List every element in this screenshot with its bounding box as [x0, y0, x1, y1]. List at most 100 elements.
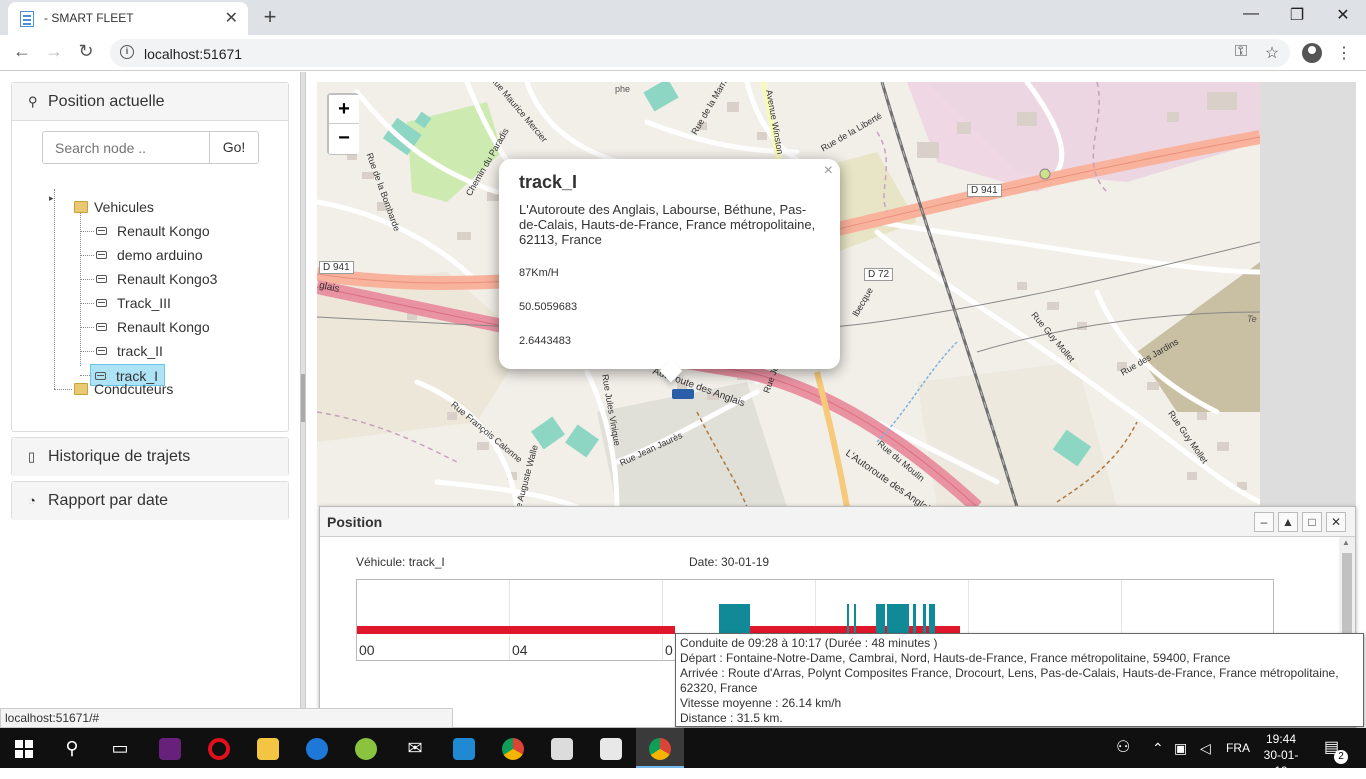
tree-node-vehicle[interactable]: Renault Kongo [92, 316, 214, 338]
clock-time: 19:44 [1265, 732, 1297, 746]
dialog-titlebar[interactable]: Position – ▲ □ ✕ [320, 507, 1355, 537]
tooltip-departure: Départ : Fontaine-Notre-Dame, Cambrai, N… [680, 651, 1231, 665]
clock-icon: ◔ [28, 493, 36, 508]
browser-tab[interactable]: - SMART FLEET ✕ [8, 2, 248, 35]
search-icon[interactable]: ⚲ [48, 728, 96, 768]
language-indicator[interactable]: FRA [1226, 728, 1250, 768]
task-view-icon[interactable]: ▭ [96, 728, 144, 768]
go-button[interactable]: Go! [209, 131, 259, 164]
driving-segment[interactable] [854, 604, 856, 634]
notification-count-badge: 2 [1334, 750, 1348, 764]
forward-button[interactable]: → [42, 41, 66, 62]
panel-header-historique[interactable]: ▯ Historique de trajets [12, 438, 288, 476]
driving-segment[interactable] [847, 604, 849, 634]
tooltip-driving-time: Conduite de 09:28 à 10:17 (Durée : 48 mi… [680, 636, 938, 650]
address-url: localhost:51671 [144, 46, 243, 62]
people-icon[interactable]: ⚇ [1116, 728, 1130, 768]
stopped-segment[interactable] [357, 626, 675, 634]
map-view[interactable]: D 941 D 941 D 72 glais Autoroute des Ang… [317, 82, 1260, 507]
site-info-icon[interactable]: i [120, 45, 134, 59]
show-hidden-icons-icon[interactable]: ⌃ [1152, 728, 1164, 768]
popup-title: track_I [519, 172, 578, 192]
tree-node-vehicle[interactable]: track_II [92, 340, 167, 362]
dialog-title: Position [327, 514, 383, 530]
vscode-icon[interactable] [440, 728, 488, 768]
zoom-out-button[interactable]: − [329, 124, 359, 154]
tree-node-vehicle[interactable]: demo arduino [92, 244, 207, 266]
windows-logo-icon [15, 740, 33, 759]
vehicle-icon [96, 299, 107, 307]
driving-segment[interactable] [929, 604, 935, 634]
edge-icon[interactable] [293, 728, 341, 768]
reload-button[interactable]: ↻ [74, 41, 98, 62]
vehicle-icon [96, 347, 107, 355]
app-green-icon[interactable] [342, 728, 390, 768]
opera-icon[interactable] [195, 728, 243, 768]
search-node-input[interactable] [42, 131, 210, 164]
tree-node-vehicle[interactable]: Track_III [92, 292, 175, 314]
chrome-active-icon[interactable] [636, 728, 684, 768]
driving-segment[interactable] [719, 604, 750, 634]
dialog-minimize-button[interactable]: – [1254, 512, 1274, 532]
driving-segment[interactable] [876, 604, 885, 634]
scrollbar-thumb[interactable] [1342, 553, 1352, 633]
tree-node-vehicle[interactable]: Renault Kongo [92, 220, 214, 242]
mail-icon[interactable]: ✉ [391, 728, 439, 768]
panel-historique[interactable]: ▯ Historique de trajets [11, 437, 289, 476]
address-bar[interactable]: i localhost:51671 [110, 39, 1290, 67]
back-button[interactable]: ← [10, 41, 34, 62]
bookmark-star-icon[interactable]: ☆ [1262, 43, 1282, 63]
tree-node-conducteurs[interactable]: Condcuteurs [90, 378, 177, 400]
page-favicon-icon [20, 11, 34, 27]
vehicle-icon [96, 251, 107, 259]
start-button[interactable] [0, 728, 48, 768]
popup-latitude: 50.5059683 [519, 301, 578, 313]
panel-header-position[interactable]: ⚲ Position actuelle [12, 83, 288, 121]
minimize-window-button[interactable]: — [1228, 5, 1274, 23]
tree-node-vehicle[interactable]: Renault Kongo3 [92, 268, 221, 290]
network-icon[interactable]: ▣ [1174, 728, 1187, 768]
vehicle-icon [96, 323, 107, 331]
driving-segment[interactable] [887, 604, 909, 634]
splitter-grip[interactable] [301, 374, 305, 422]
zoom-in-button[interactable]: + [329, 95, 359, 124]
timeline-tooltip: Conduite de 09:28 à 10:17 (Durée : 48 mi… [675, 633, 1364, 727]
clock[interactable]: 19:44 30-01-19 [1258, 731, 1304, 779]
map-area: D 941 D 941 D 72 glais Autoroute des Ang… [306, 72, 1366, 728]
timeline-gridline [509, 580, 510, 660]
tooltip-average-speed: Vitesse moyenne : 26.14 km/h [680, 696, 842, 710]
folder-icon [74, 383, 88, 395]
panel-header-rapport[interactable]: ◔ Rapport par date [12, 482, 288, 520]
sql-server-icon[interactable] [587, 728, 635, 768]
profile-avatar-icon[interactable] [1302, 43, 1322, 63]
popup-close-icon[interactable]: × [824, 162, 833, 180]
volume-icon[interactable]: ◁ [1200, 728, 1211, 768]
tree-node-vehicules[interactable]: Vehicules [90, 196, 158, 218]
map-label: D 941 [319, 261, 354, 274]
timeline-tick-label: 00 [359, 642, 375, 658]
tree-guide-line [80, 211, 81, 366]
collapse-toggle-icon[interactable]: ▸ [49, 193, 54, 204]
map-label: phe [615, 84, 631, 94]
dialog-close-button[interactable]: ✕ [1326, 512, 1346, 532]
chrome-icon[interactable] [489, 728, 537, 768]
visual-studio-icon[interactable] [146, 728, 194, 768]
key-icon[interactable]: ⚿ [1231, 43, 1251, 61]
panel-rapport[interactable]: ◔ Rapport par date [11, 481, 289, 520]
browser-menu-icon[interactable]: ⋮ [1334, 43, 1354, 63]
vehicle-label-text: Véhicule: track_I [356, 555, 445, 569]
close-tab-icon[interactable]: ✕ [225, 8, 238, 28]
scroll-up-icon[interactable]: ▲ [1342, 538, 1350, 547]
close-window-button[interactable]: ✕ [1320, 5, 1366, 25]
app-window-icon[interactable] [538, 728, 586, 768]
dialog-maximize-button[interactable]: □ [1302, 512, 1322, 532]
dialog-collapse-button[interactable]: ▲ [1278, 512, 1298, 532]
new-tab-button[interactable]: + [260, 4, 280, 30]
tree-guide-line [54, 189, 55, 389]
file-explorer-icon[interactable] [244, 728, 292, 768]
vehicle-label: Renault Kongo [117, 319, 210, 335]
restore-window-button[interactable]: ❐ [1274, 5, 1320, 25]
driving-segment[interactable] [923, 604, 926, 634]
driving-segment[interactable] [913, 604, 916, 634]
status-bar-url: localhost:51671/# [0, 708, 453, 728]
